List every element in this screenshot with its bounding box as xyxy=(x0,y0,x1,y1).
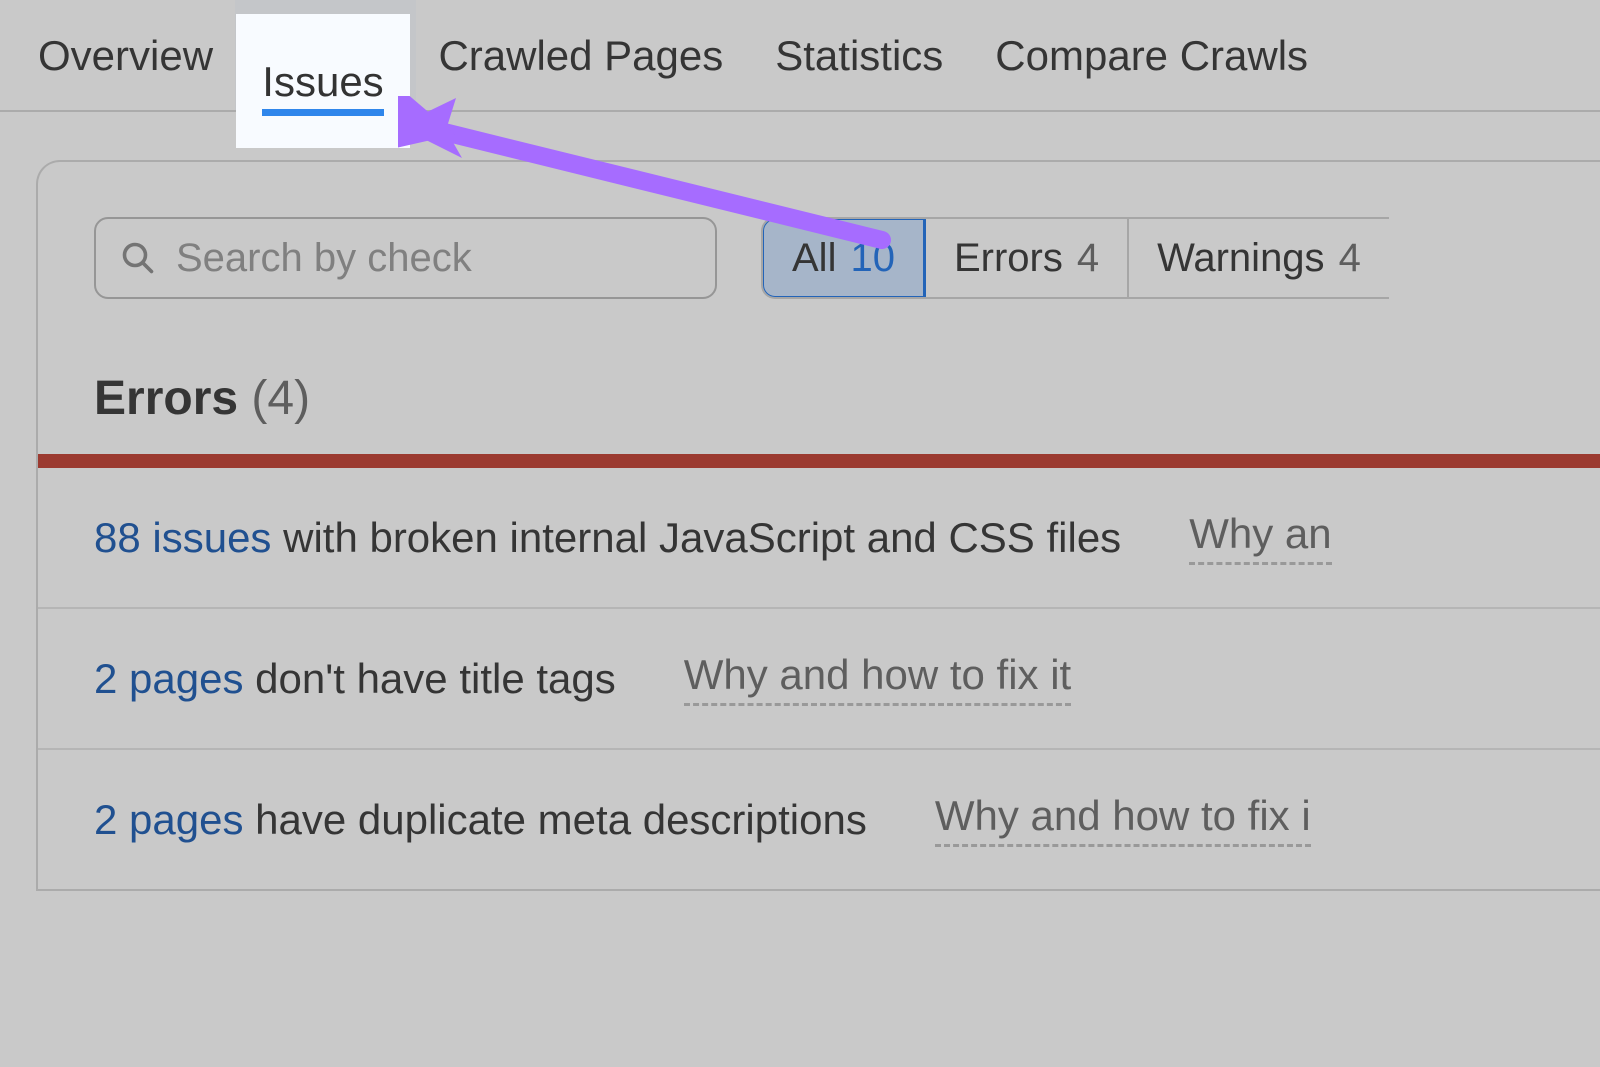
errors-section-label: Errors xyxy=(94,372,238,425)
filter-errors-count: 4 xyxy=(1077,236,1099,281)
filter-row: All 10 Errors 4 Warnings 4 xyxy=(38,217,1600,299)
issue-text: 88 issues with broken internal JavaScrip… xyxy=(94,514,1121,562)
issue-desc: with broken internal JavaScript and CSS … xyxy=(271,514,1121,561)
why-fix-link[interactable]: Why an xyxy=(1189,510,1331,565)
tab-issues-wrapper: Issues xyxy=(235,0,416,110)
issues-card: All 10 Errors 4 Warnings 4 Errors (4) 88… xyxy=(36,160,1600,891)
issue-count-link[interactable]: 2 pages xyxy=(94,655,243,702)
errors-section-heading: Errors (4) xyxy=(38,299,1600,454)
tab-overview[interactable]: Overview xyxy=(36,32,215,110)
filter-warnings-label: Warnings xyxy=(1157,236,1324,281)
filter-warnings-count: 4 xyxy=(1339,236,1361,281)
issue-count-link[interactable]: 2 pages xyxy=(94,796,243,843)
tab-statistics[interactable]: Statistics xyxy=(773,32,945,110)
filter-errors[interactable]: Errors 4 xyxy=(926,219,1129,297)
issue-row: 2 pages don't have title tags Why and ho… xyxy=(38,609,1600,750)
filter-warnings[interactable]: Warnings 4 xyxy=(1129,219,1389,297)
search-input[interactable] xyxy=(176,236,691,281)
error-severity-bar xyxy=(38,454,1600,468)
issue-row: 88 issues with broken internal JavaScrip… xyxy=(38,468,1600,609)
search-icon xyxy=(120,240,156,276)
search-box[interactable] xyxy=(94,217,717,299)
tab-compare-crawls[interactable]: Compare Crawls xyxy=(993,32,1310,110)
filter-all-label: All xyxy=(792,236,836,281)
main-tab-bar: Overview Issues Crawled Pages Statistics… xyxy=(0,0,1600,112)
filter-errors-label: Errors xyxy=(954,236,1063,281)
filter-all-count: 10 xyxy=(850,236,895,281)
tab-issues[interactable]: Issues xyxy=(263,32,388,110)
filter-pill-group: All 10 Errors 4 Warnings 4 xyxy=(761,217,1389,299)
issue-row: 2 pages have duplicate meta descriptions… xyxy=(38,750,1600,889)
issue-desc: don't have title tags xyxy=(243,655,615,702)
tab-crawled-pages[interactable]: Crawled Pages xyxy=(436,32,725,110)
issue-text: 2 pages don't have title tags xyxy=(94,655,616,703)
issue-text: 2 pages have duplicate meta descriptions xyxy=(94,796,867,844)
why-fix-link[interactable]: Why and how to fix it xyxy=(684,651,1072,706)
issue-count-link[interactable]: 88 issues xyxy=(94,514,271,561)
errors-section-count: (4) xyxy=(251,372,310,425)
why-fix-link[interactable]: Why and how to fix i xyxy=(935,792,1311,847)
issue-desc: have duplicate meta descriptions xyxy=(243,796,866,843)
filter-all[interactable]: All 10 xyxy=(761,217,926,299)
